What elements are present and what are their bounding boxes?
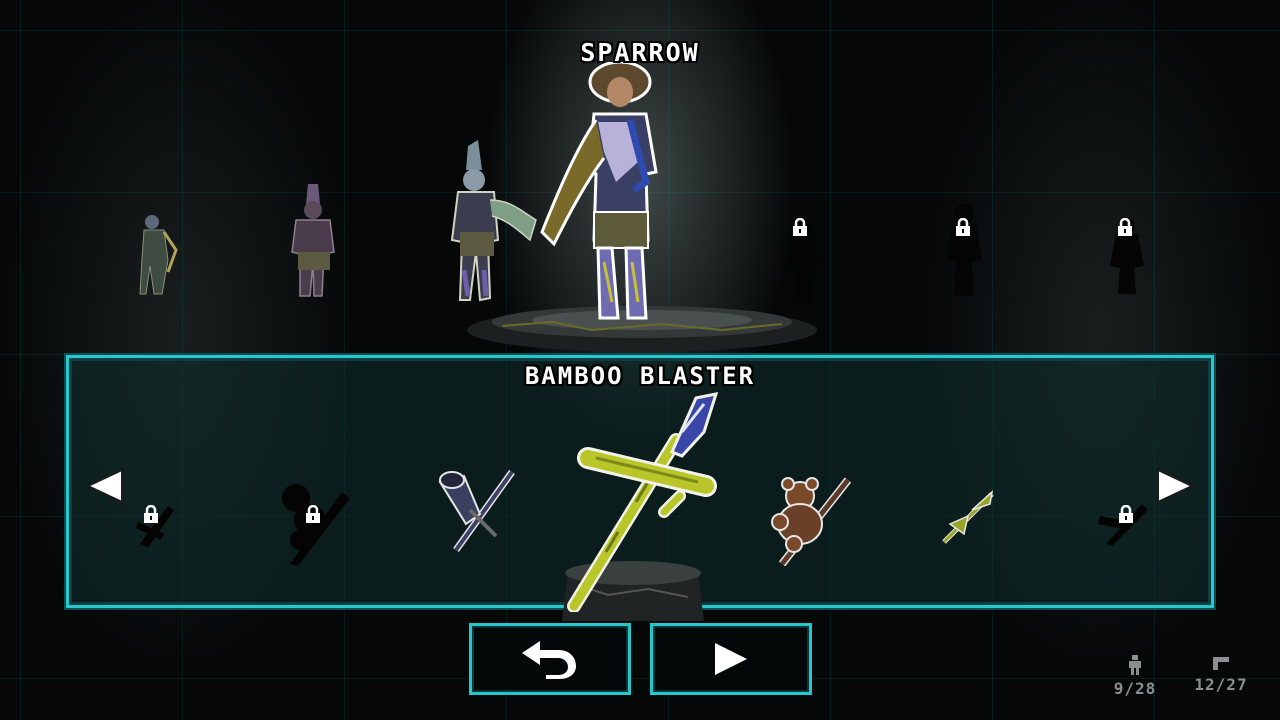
- back-button[interactable]: [469, 623, 631, 695]
- selected-character-sparrow: [540, 62, 658, 320]
- play-button[interactable]: [650, 623, 812, 695]
- next-weapon-arrow-icon[interactable]: [1156, 468, 1196, 504]
- character-slot-2[interactable]: [288, 182, 340, 300]
- character-icon: [1129, 655, 1141, 675]
- locked-weapon-slot-2[interactable]: [270, 480, 352, 566]
- lock-icon: [1118, 218, 1132, 236]
- lock-icon: [1119, 505, 1133, 523]
- characters-count: 9/28: [1113, 679, 1157, 698]
- lock-icon: [144, 505, 158, 523]
- selected-weapon-bamboo-blaster: [567, 392, 719, 612]
- locked-character-slot-2[interactable]: [940, 198, 988, 298]
- weapon-slot-teddy-bear[interactable]: [766, 474, 854, 566]
- play-icon: [715, 643, 747, 675]
- gun-icon: [1213, 657, 1229, 670]
- character-slot-3[interactable]: [450, 140, 545, 305]
- previous-weapon-arrow-icon[interactable]: [84, 468, 124, 504]
- character-slot-1[interactable]: [138, 210, 178, 296]
- undo-arrow-icon: [522, 641, 576, 679]
- weapon-name: BAMBOO BLASTER: [524, 362, 756, 390]
- weapon-slot-horn[interactable]: [436, 468, 518, 554]
- unlocked-weapons-counter: 12/27: [1186, 655, 1256, 694]
- character-name: SPARROW: [580, 38, 700, 67]
- lock-icon: [793, 218, 807, 236]
- weapon-slot-kunai[interactable]: [940, 490, 996, 548]
- weapons-count: 12/27: [1194, 675, 1248, 694]
- lock-icon: [306, 505, 320, 523]
- lock-icon: [956, 218, 970, 236]
- unlocked-characters-counter: 9/28: [1100, 655, 1170, 698]
